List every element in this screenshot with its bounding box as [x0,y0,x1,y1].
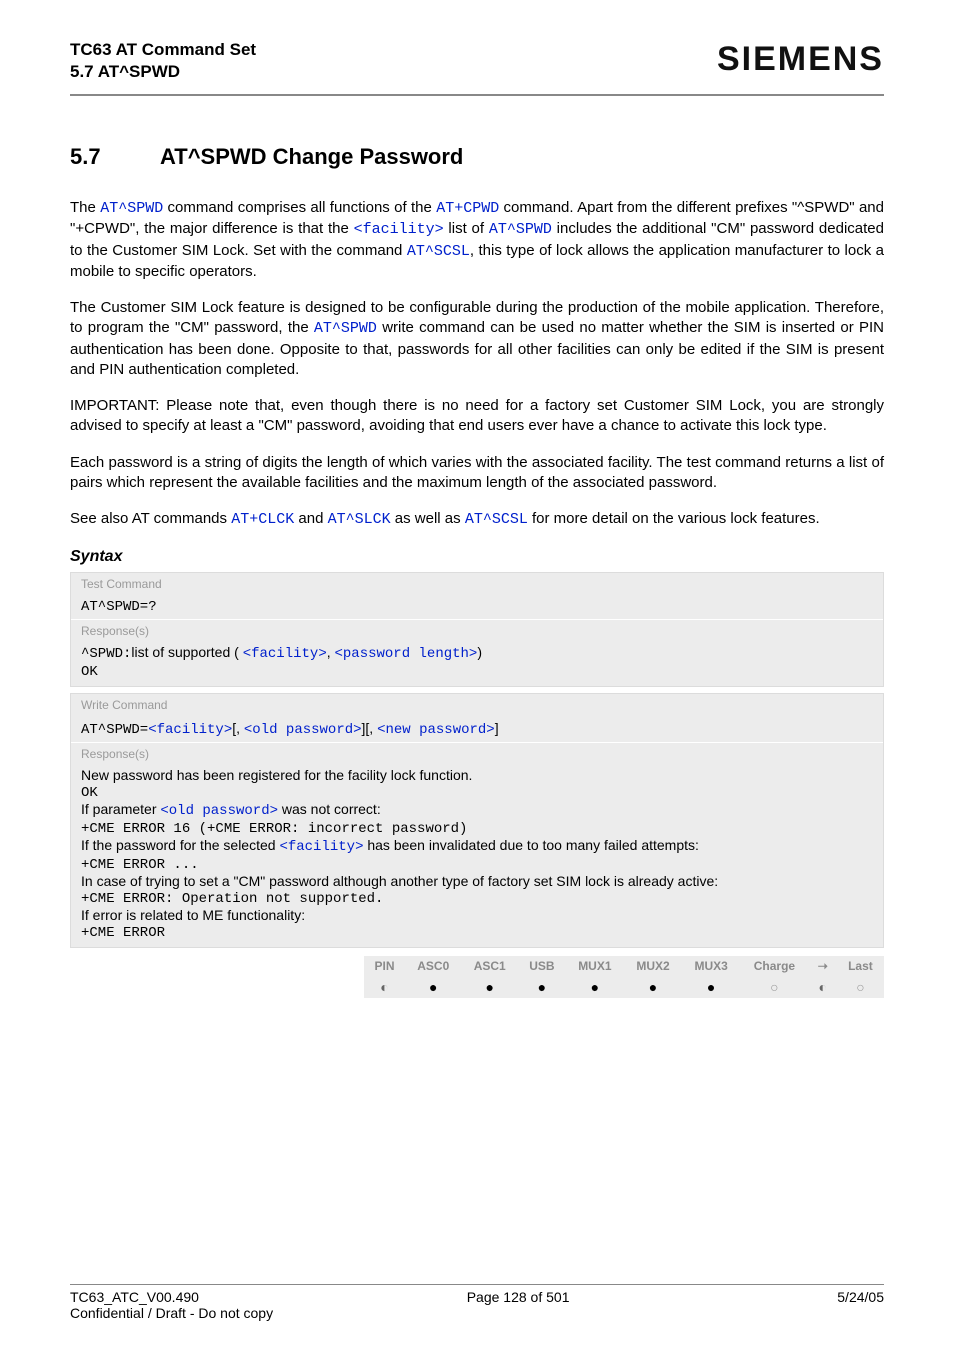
paragraph-5: See also AT commands AT+CLCK and AT^SLCK… [70,509,884,530]
doc-title: TC63 AT Command Set [70,40,256,60]
test-command-label: Test Command [71,573,883,595]
attr-v-asc0: ● [405,976,461,998]
attr-v-asc1: ● [461,976,517,998]
footer-divider [70,1284,884,1285]
link-new-password[interactable]: <new password> [377,722,495,738]
attr-value-row: ◐ ● ● ● ● ● ● ○ ◐ ○ [364,976,884,998]
test-command-cmd: AT^SPWD=? [71,595,883,619]
attr-v-charge: ○ [740,976,808,998]
link-facility-2[interactable]: <facility> [243,646,327,662]
attr-v-arrow: ◐ [809,976,837,998]
paragraph-2: The Customer SIM Lock feature is designe… [70,298,884,380]
footer-right: 5/24/05 [837,1289,884,1305]
header-divider [70,94,884,96]
attr-h-charge: Charge [740,956,808,976]
paragraph-1: The AT^SPWD command comprises all functi… [70,198,884,282]
attr-v-mux2: ● [624,976,682,998]
link-at-scsl-2[interactable]: AT^SCSL [465,511,528,528]
attr-v-mux1: ● [566,976,624,998]
footer-confidential: Confidential / Draft - Do not copy [70,1305,884,1321]
link-at-scsl[interactable]: AT^SCSL [407,243,470,260]
attr-h-arrow: ➝ [809,956,837,976]
write-command-cmd: AT^SPWD=<facility>[, <old password>][, <… [71,716,883,742]
link-facility[interactable]: <facility> [354,221,444,238]
link-password-length[interactable]: <password length> [335,646,478,662]
paragraph-4: Each password is a string of digits the … [70,453,884,494]
link-facility-3[interactable]: <facility> [148,722,232,738]
attr-h-asc0: ASC0 [405,956,461,976]
page-footer: TC63_ATC_V00.490 Page 128 of 501 5/24/05… [70,1284,884,1321]
link-at-spwd[interactable]: AT^SPWD [100,200,163,217]
write-command-label: Write Command [71,694,883,716]
attr-header-row: PIN ASC0 ASC1 USB MUX1 MUX2 MUX3 Charge … [364,956,884,976]
link-at-spwd-2[interactable]: AT^SPWD [489,221,552,238]
link-at-clck[interactable]: AT+CLCK [231,511,294,528]
attr-h-asc1: ASC1 [461,956,517,976]
link-facility-4[interactable]: <facility> [279,839,363,855]
write-response-label: Response(s) [71,743,883,765]
attr-h-mux1: MUX1 [566,956,624,976]
link-old-password[interactable]: <old password> [244,722,362,738]
page-header: TC63 AT Command Set 5.7 AT^SPWD SIEMENS [70,40,884,82]
write-command-block: Write Command AT^SPWD=<facility>[, <old … [70,693,884,948]
link-at-cpwd[interactable]: AT+CPWD [436,200,499,217]
attr-v-mux3: ● [682,976,740,998]
doc-section-ref: 5.7 AT^SPWD [70,62,256,82]
link-old-password-2[interactable]: <old password> [160,803,278,819]
attr-v-pin: ◐ [364,976,405,998]
link-at-spwd-3[interactable]: AT^SPWD [314,320,377,337]
attr-v-last: ○ [837,976,884,998]
test-response-label: Response(s) [71,620,883,642]
footer-center: Page 128 of 501 [467,1289,570,1305]
section-number: 5.7 [70,144,160,170]
syntax-heading: Syntax [70,548,884,566]
attr-h-usb: USB [518,956,566,976]
footer-left: TC63_ATC_V00.490 [70,1289,199,1305]
attr-h-mux3: MUX3 [682,956,740,976]
attr-h-pin: PIN [364,956,405,976]
attr-v-usb: ● [518,976,566,998]
paragraph-3: IMPORTANT: Please note that, even though… [70,396,884,437]
link-at-slck[interactable]: AT^SLCK [328,511,391,528]
attr-h-mux2: MUX2 [624,956,682,976]
section-title: AT^SPWD Change Password [160,144,463,169]
attr-h-last: Last [837,956,884,976]
write-response-body: New password has been registered for the… [71,765,883,947]
brand-logo: SIEMENS [717,40,884,79]
test-command-block: Test Command AT^SPWD=? Response(s) ^SPWD… [70,572,884,687]
section-heading: 5.7AT^SPWD Change Password [70,144,884,170]
test-response-body: ^SPWD:list of supported ( <facility>, <p… [71,642,883,686]
attribute-table: PIN ASC0 ASC1 USB MUX1 MUX2 MUX3 Charge … [364,956,884,998]
header-left: TC63 AT Command Set 5.7 AT^SPWD [70,40,256,82]
